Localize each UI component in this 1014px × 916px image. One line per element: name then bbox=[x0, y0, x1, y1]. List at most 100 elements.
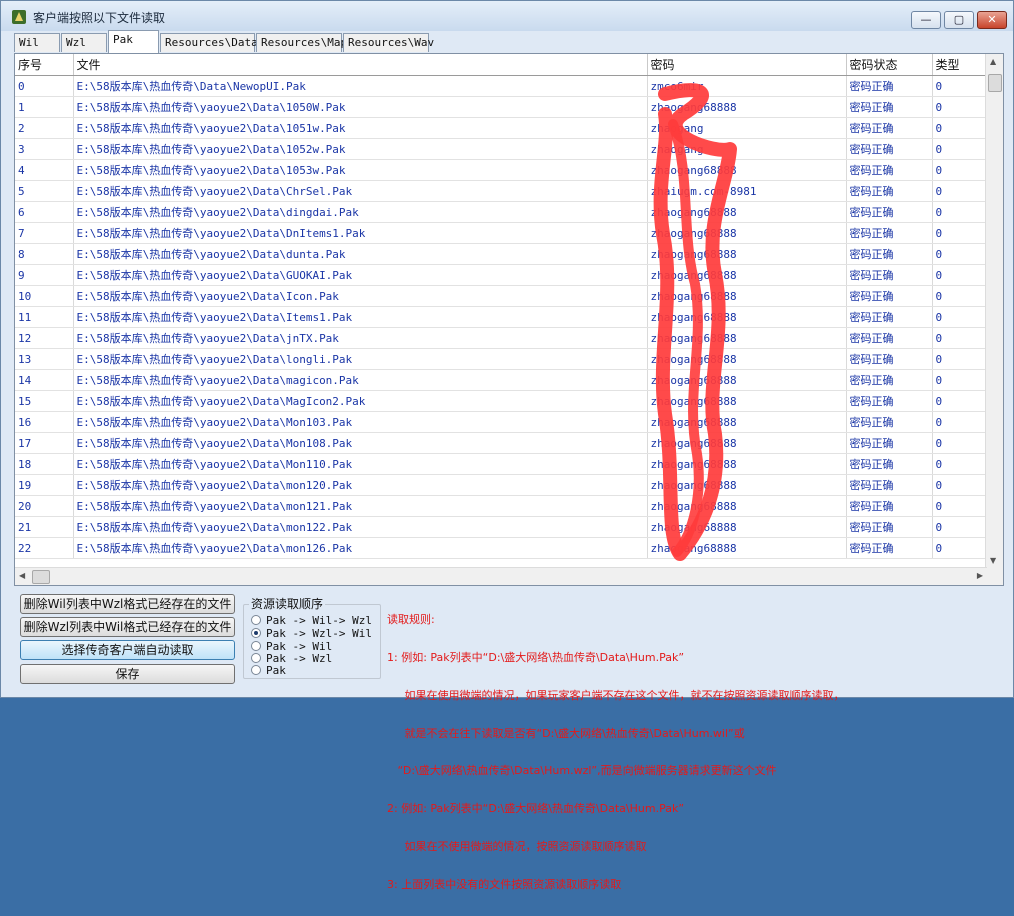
tab-wil[interactable]: Wil bbox=[14, 33, 60, 52]
tab-resources-data[interactable]: Resources\Data bbox=[160, 33, 258, 52]
cell-file: E:\58版本库\热血传奇\yaoyue2\Data\magicon.Pak bbox=[73, 369, 648, 391]
cell-file: E:\58版本库\热血传奇\yaoyue2\Data\longli.Pak bbox=[73, 348, 648, 370]
cell-type: 0 bbox=[932, 348, 988, 370]
table-row[interactable]: 13 E:\58版本库\热血传奇\yaoyue2\Data\longli.Pak z… bbox=[15, 348, 988, 370]
table-row[interactable]: 7 E:\58版本库\热血传奇\yaoyue2\Data\DnItems1.Pak… bbox=[15, 222, 988, 244]
vertical-scrollbar[interactable]: ▲ ▼ bbox=[985, 54, 1003, 568]
cell-password-status: 密码正确 bbox=[846, 495, 933, 517]
table-row[interactable]: 11 E:\58版本库\热血传奇\yaoyue2\Data\Items1.Pak z… bbox=[15, 306, 988, 328]
close-button[interactable]: ✕ bbox=[977, 11, 1007, 29]
cell-index: 20 bbox=[15, 495, 74, 517]
delete-wil-duplicates-button[interactable]: 删除Wil列表中Wzl格式已经存在的文件 bbox=[20, 594, 235, 614]
select-client-auto-read-button[interactable]: 选择传奇客户端自动读取 bbox=[20, 640, 235, 660]
table-row[interactable]: 15 E:\58版本库\热血传奇\yaoyue2\Data\MagIcon2.Pa… bbox=[15, 390, 988, 412]
cell-password: zhaogang bbox=[647, 117, 847, 139]
cell-file: E:\58版本库\热血传奇\yaoyue2\Data\Mon108.Pak bbox=[73, 432, 648, 454]
rules-line: 如果在使用微端的情况，如果玩家客户端不存在这个文件，就不在按照资源读取顺序读取， bbox=[387, 688, 845, 702]
table-row[interactable]: 22 E:\58版本库\热血传奇\yaoyue2\Data\mon126.Pak z… bbox=[15, 537, 988, 559]
table-row[interactable]: 10 E:\58版本库\热血传奇\yaoyue2\Data\Icon.Pak zha… bbox=[15, 285, 988, 307]
table-row[interactable]: 5 E:\58版本库\热血传奇\yaoyue2\Data\ChrSel.Pak zh… bbox=[15, 180, 988, 202]
table-row[interactable]: 6 E:\58版本库\热血传奇\yaoyue2\Data\dingdai.Pak z… bbox=[15, 201, 988, 223]
cell-type: 0 bbox=[932, 369, 988, 391]
maximize-button[interactable]: ▢ bbox=[944, 11, 974, 29]
cell-password-status: 密码正确 bbox=[846, 348, 933, 370]
table-row[interactable]: 8 E:\58版本库\热血传奇\yaoyue2\Data\dunta.Pak zha… bbox=[15, 243, 988, 265]
cell-password-status: 密码正确 bbox=[846, 96, 933, 118]
table-row[interactable]: 0 E:\58版本库\热血传奇\Data\NewopUI.Pak zmco6mir 密… bbox=[15, 75, 988, 97]
radio-dot-4 bbox=[251, 665, 261, 675]
horizontal-scrollbar[interactable]: ◀ ▶ bbox=[15, 567, 987, 585]
tab-resources-map[interactable]: Resources\Map bbox=[256, 33, 347, 52]
scroll-left-icon[interactable]: ◀ bbox=[19, 571, 25, 580]
cell-index: 5 bbox=[15, 180, 74, 202]
cell-type: 0 bbox=[932, 159, 988, 181]
table-row[interactable]: 4 E:\58版本库\热血传奇\yaoyue2\Data\1053w.Pak zha… bbox=[15, 159, 988, 181]
file-list-grid[interactable]: 序号 文件 密码 密码状态 类型 0 E:\58版本库\热血传奇\Data\New… bbox=[14, 53, 1004, 586]
table-row[interactable]: 19 E:\58版本库\热血传奇\yaoyue2\Data\mon120.Pak z… bbox=[15, 474, 988, 496]
title-bar[interactable]: 客户端按照以下文件读取 — ▢ ✕ bbox=[1, 1, 1013, 31]
window-title: 客户端按照以下文件读取 bbox=[33, 11, 166, 25]
delete-wzl-duplicates-button[interactable]: 删除Wzl列表中Wil格式已经存在的文件 bbox=[20, 617, 235, 637]
table-row[interactable]: 17 E:\58版本库\热血传奇\yaoyue2\Data\Mon108.Pak z… bbox=[15, 432, 988, 454]
table-row[interactable]: 9 E:\58版本库\热血传奇\yaoyue2\Data\GUOKAI.Pak zh… bbox=[15, 264, 988, 286]
table-row[interactable]: 16 E:\58版本库\热血传奇\yaoyue2\Data\Mon103.Pak z… bbox=[15, 411, 988, 433]
table-row[interactable]: 2 E:\58版本库\热血传奇\yaoyue2\Data\1051w.Pak zha… bbox=[15, 117, 988, 139]
save-button[interactable]: 保存 bbox=[20, 664, 235, 684]
column-header-index[interactable]: 序号 bbox=[15, 54, 74, 76]
cell-index: 13 bbox=[15, 348, 74, 370]
cell-index: 0 bbox=[15, 75, 74, 97]
cell-password-status: 密码正确 bbox=[846, 180, 933, 202]
cell-index: 4 bbox=[15, 159, 74, 181]
cell-index: 7 bbox=[15, 222, 74, 244]
table-row[interactable]: 3 E:\58版本库\热血传奇\yaoyue2\Data\1052w.Pak zha… bbox=[15, 138, 988, 160]
cell-type: 0 bbox=[932, 243, 988, 265]
cell-file: E:\58版本库\热血传奇\yaoyue2\Data\1053w.Pak bbox=[73, 159, 648, 181]
cell-file: E:\58版本库\热血传奇\yaoyue2\Data\mon120.Pak bbox=[73, 474, 648, 496]
cell-type: 0 bbox=[932, 222, 988, 244]
table-row[interactable]: 14 E:\58版本库\热血传奇\yaoyue2\Data\magicon.Pak… bbox=[15, 369, 988, 391]
cell-file: E:\58版本库\热血传奇\yaoyue2\Data\Items1.Pak bbox=[73, 306, 648, 328]
cell-password: zhaogang68888 bbox=[647, 348, 847, 370]
horizontal-scroll-thumb[interactable] bbox=[32, 570, 50, 584]
table-row[interactable]: 20 E:\58版本库\热血传奇\yaoyue2\Data\mon121.Pak z… bbox=[15, 495, 988, 517]
column-header-type[interactable]: 类型 bbox=[932, 54, 988, 76]
cell-type: 0 bbox=[932, 264, 988, 286]
scroll-right-icon[interactable]: ▶ bbox=[977, 571, 983, 580]
radio-dot-2 bbox=[251, 641, 261, 651]
cell-file: E:\58版本库\热血传奇\yaoyue2\Data\dingdai.Pak bbox=[73, 201, 648, 223]
table-row[interactable]: 1 E:\58版本库\热血传奇\yaoyue2\Data\1050W.Pak zha… bbox=[15, 96, 988, 118]
cell-index: 9 bbox=[15, 264, 74, 286]
cell-password-status: 密码正确 bbox=[846, 390, 933, 412]
cell-type: 0 bbox=[932, 96, 988, 118]
cell-index: 11 bbox=[15, 306, 74, 328]
radio-label-0: Pak -> Wil-> Wzl bbox=[266, 614, 372, 627]
table-row[interactable]: 12 E:\58版本库\热血传奇\yaoyue2\Data\jnTX.Pak zha… bbox=[15, 327, 988, 349]
cell-type: 0 bbox=[932, 117, 988, 139]
cell-index: 2 bbox=[15, 117, 74, 139]
vertical-scroll-thumb[interactable] bbox=[988, 74, 1002, 92]
radio-dot-0 bbox=[251, 615, 261, 625]
cell-file: E:\58版本库\热血传奇\yaoyue2\Data\jnTX.Pak bbox=[73, 327, 648, 349]
cell-type: 0 bbox=[932, 327, 988, 349]
cell-index: 14 bbox=[15, 369, 74, 391]
table-row[interactable]: 21 E:\58版本库\热血传奇\yaoyue2\Data\mon122.Pak z… bbox=[15, 516, 988, 538]
column-header-password-status[interactable]: 密码状态 bbox=[846, 54, 933, 76]
scroll-down-icon[interactable]: ▼ bbox=[990, 556, 996, 565]
cell-password-status: 密码正确 bbox=[846, 369, 933, 391]
cell-file: E:\58版本库\热血传奇\yaoyue2\Data\Mon103.Pak bbox=[73, 411, 648, 433]
tab-pak[interactable]: Pak bbox=[108, 30, 159, 53]
column-header-file[interactable]: 文件 bbox=[73, 54, 648, 76]
cell-type: 0 bbox=[932, 138, 988, 160]
table-row[interactable]: 18 E:\58版本库\热血传奇\yaoyue2\Data\Mon110.Pak z… bbox=[15, 453, 988, 475]
cell-password: zmco6mir bbox=[647, 75, 847, 97]
table-header-row: 序号 文件 密码 密码状态 类型 bbox=[15, 54, 988, 76]
minimize-button[interactable]: — bbox=[911, 11, 941, 29]
main-window: 客户端按照以下文件读取 — ▢ ✕ Wil Wzl Pak Resources\… bbox=[0, 0, 1014, 890]
scroll-up-icon[interactable]: ▲ bbox=[990, 57, 996, 66]
column-header-password[interactable]: 密码 bbox=[647, 54, 847, 76]
resource-order-title: 资源读取顺序 bbox=[249, 595, 326, 612]
tab-wzl[interactable]: Wzl bbox=[61, 33, 107, 52]
cell-password: zhaogang68888 bbox=[647, 264, 847, 286]
cell-index: 12 bbox=[15, 327, 74, 349]
tab-resources-wav[interactable]: Resources\Wav bbox=[343, 33, 434, 52]
